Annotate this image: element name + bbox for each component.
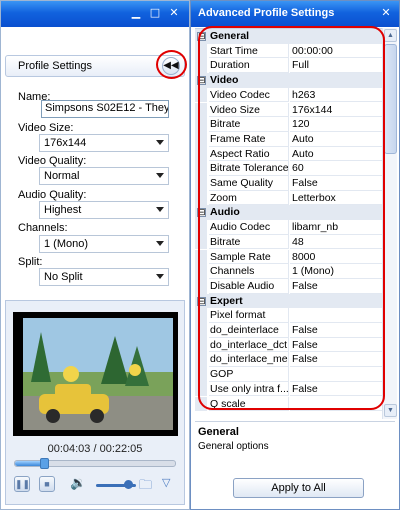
volume-thumb[interactable] (124, 480, 133, 489)
time-separator: / (90, 443, 100, 455)
chevron-down-icon[interactable] (156, 241, 164, 246)
name-input[interactable]: Simpsons S02E12 - They Way (41, 100, 169, 118)
total-time: 00:22:05 (99, 443, 143, 455)
chevron-down-icon[interactable] (156, 173, 164, 178)
highlight-circle (156, 50, 187, 79)
channels-select[interactable]: 1 (Mono) (39, 235, 169, 253)
audio-quality-value: Highest (44, 204, 82, 216)
video-size-value: 176x144 (44, 137, 87, 149)
video-size-label: Video Size: (18, 122, 74, 134)
current-time: 00:04:03 (47, 443, 91, 455)
split-select[interactable]: No Split (39, 268, 169, 286)
video-quality-label: Video Quality: (18, 155, 87, 167)
scroll-thumb[interactable] (384, 44, 397, 154)
video-preview[interactable] (13, 312, 178, 436)
highlight-box (198, 26, 385, 410)
stop-button[interactable]: ■ (39, 476, 55, 492)
dropdown-arrow-icon[interactable]: ▽ (162, 476, 170, 489)
video-quality-select[interactable]: Normal (39, 167, 169, 185)
apply-to-all-button[interactable]: Apply to All (233, 478, 364, 498)
video-size-select[interactable]: 176x144 (39, 134, 169, 152)
media-player: 00:04:03 / 00:22:05 ❚❚ ■ 🔉 🗀 ▽ (5, 300, 185, 505)
volume-icon[interactable]: 🔉 (70, 476, 86, 491)
minimize-icon[interactable]: ▁ (129, 6, 143, 20)
right-titlebar: Advanced Profile Settings ✕ (191, 1, 399, 27)
channels-label: Channels: (18, 222, 68, 234)
left-titlebar: ▁ □ ✕ (1, 1, 189, 27)
property-description: General General options (195, 421, 395, 473)
snapshot-folder-icon[interactable]: 🗀 (139, 476, 152, 498)
channels-value: 1 (Mono) (44, 238, 89, 250)
scroll-up-icon[interactable]: ▲ (384, 29, 397, 42)
profile-settings-label: Profile Settings (18, 60, 92, 72)
chevron-down-icon[interactable] (156, 274, 164, 279)
close-icon[interactable]: ✕ (379, 6, 393, 20)
seek-bar[interactable] (14, 458, 176, 469)
split-value: No Split (44, 271, 83, 283)
chevron-down-icon[interactable] (156, 140, 164, 145)
maximize-icon[interactable]: □ (148, 6, 162, 20)
split-label: Split: (18, 256, 43, 268)
description-text: General options (198, 441, 269, 452)
scroll-down-icon[interactable]: ▼ (384, 404, 397, 417)
close-icon[interactable]: ✕ (167, 6, 181, 20)
seek-thumb[interactable] (40, 458, 50, 469)
timecode: 00:04:03 / 00:22:05 (6, 443, 184, 455)
chevron-down-icon[interactable] (156, 207, 164, 212)
audio-quality-label: Audio Quality: (18, 189, 87, 201)
video-frame-image (13, 312, 178, 436)
window-title: Advanced Profile Settings (198, 7, 335, 19)
profile-settings-window: ▁ □ ✕ Profile Settings ◀◀ Name: Simpsons… (0, 0, 190, 510)
audio-quality-select[interactable]: Highest (39, 201, 169, 219)
description-title: General (198, 426, 239, 438)
video-quality-value: Normal (44, 170, 80, 182)
pause-button[interactable]: ❚❚ (14, 476, 30, 492)
